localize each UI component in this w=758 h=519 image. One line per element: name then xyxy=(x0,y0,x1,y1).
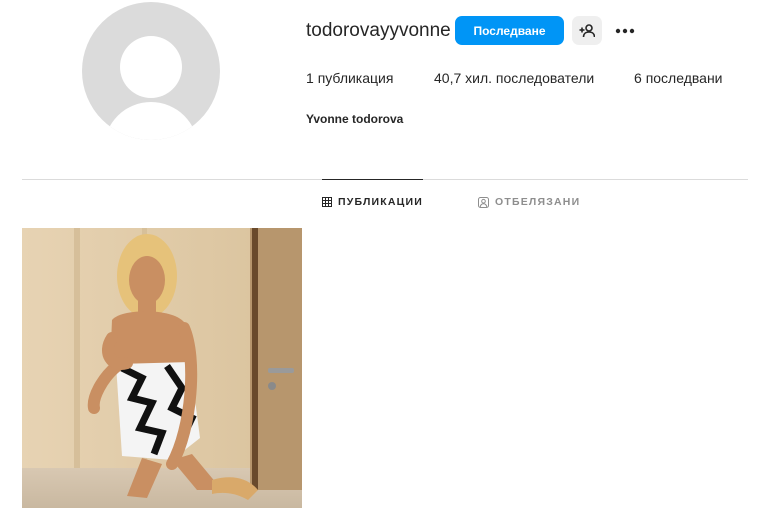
tab-posts[interactable]: ПУБЛИКАЦИИ xyxy=(322,179,424,224)
following-count[interactable]: 6 последвани xyxy=(634,70,723,86)
posts-count-value: 1 xyxy=(306,70,314,86)
suggested-accounts-button[interactable] xyxy=(572,16,602,45)
follow-button[interactable]: Последване xyxy=(455,16,564,45)
followers-count-label: последователи xyxy=(495,70,595,86)
grid-icon xyxy=(322,197,332,207)
following-count-label: последвани xyxy=(645,70,723,86)
tab-tagged-label: ОТБЕЛЯЗАНИ xyxy=(495,196,581,208)
followers-count[interactable]: 40,7 хил. последователи xyxy=(434,70,594,86)
following-count-value: 6 xyxy=(634,70,642,86)
profile-full-name: Yvonne todorova xyxy=(306,112,404,126)
post-photo xyxy=(22,228,302,508)
tab-tagged[interactable]: ОТБЕЛЯЗАНИ xyxy=(478,180,580,224)
avatar-body-shape xyxy=(104,102,198,140)
add-person-icon xyxy=(579,23,595,37)
avatar-head-shape xyxy=(120,36,182,98)
posts-count-label: публикация xyxy=(317,70,394,86)
followers-count-value: 40,7 хил. xyxy=(434,70,493,86)
tagged-icon xyxy=(478,196,489,208)
profile-avatar[interactable] xyxy=(82,2,220,140)
more-options-icon xyxy=(615,28,635,34)
post-thumbnail[interactable] xyxy=(22,228,302,508)
tab-posts-label: ПУБЛИКАЦИИ xyxy=(338,196,424,208)
profile-username: todorovayyvonne xyxy=(306,20,451,41)
posts-count: 1 публикация xyxy=(306,70,393,86)
more-options-button[interactable] xyxy=(612,18,638,44)
profile-stats: 1 публикация 40,7 хил. последователи 6 п… xyxy=(306,70,736,90)
